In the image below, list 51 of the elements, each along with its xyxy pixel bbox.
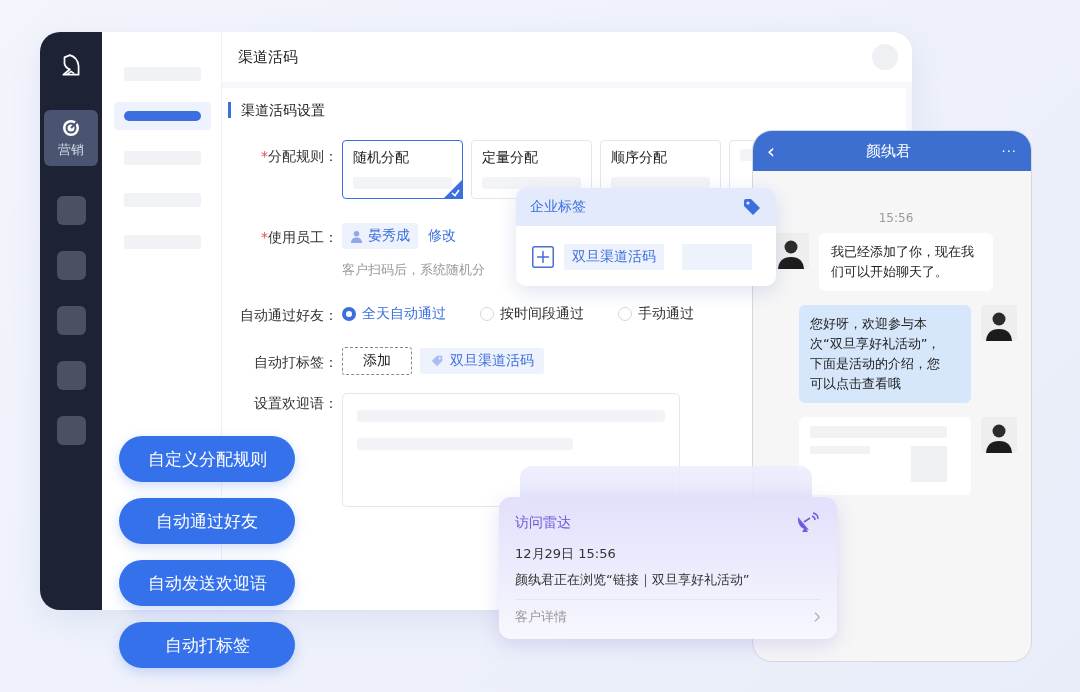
sidebar-placeholder[interactable] [56, 416, 86, 445]
tag-icon [742, 197, 762, 217]
sidebar-placeholder[interactable] [56, 251, 86, 280]
staff-chip[interactable]: 晏秀成 [342, 223, 418, 249]
page-title: 渠道活码 [238, 47, 298, 67]
field-label: *分配规则： [260, 147, 339, 166]
more-button[interactable]: ··· [1001, 143, 1017, 159]
feature-button[interactable]: 自动打标签 [119, 622, 295, 668]
card-title: 访问雷达 [515, 514, 571, 532]
chat-title: 颜纨君 [865, 141, 911, 161]
popup-title: 企业标签 [530, 198, 586, 216]
submenu-item[interactable] [114, 102, 211, 130]
radio-option[interactable]: 手动通过 [618, 305, 694, 323]
field-label: 自动通过好友： [239, 306, 339, 325]
rule-option[interactable]: 随机分配 [342, 140, 463, 199]
sidebar-placeholder[interactable] [56, 196, 86, 225]
message-bubble: 您好呀，欢迎参与本次“双旦享好礼活动”，下面是活动的介绍，您可以点击查看哦 [799, 305, 971, 403]
back-button[interactable]: ‹ [767, 139, 775, 163]
person-icon [350, 229, 363, 243]
sidebar-placeholder[interactable] [56, 306, 86, 335]
plus-icon [532, 246, 554, 268]
message-bubble: 我已经添加了你，现在我们可以开始聊天了。 [819, 233, 993, 291]
add-button[interactable]: 添加 [342, 347, 412, 375]
tag-chip[interactable]: 双旦渠道活码 [564, 244, 664, 270]
sidebar-item[interactable]: 营销 [44, 110, 98, 166]
visit-text: 颜纨君正在浏览“链接｜双旦享好礼活动” [515, 571, 751, 589]
tag-icon [430, 354, 444, 368]
field-label: 自动打标签： [253, 353, 339, 372]
field-label: *使用员工： [260, 228, 339, 247]
avatar-icon [981, 417, 1017, 453]
sidebar-placeholder[interactable] [56, 361, 86, 390]
radio-option[interactable]: 全天自动通过 [342, 305, 446, 323]
chevron-right-icon [814, 611, 821, 623]
link-card[interactable] [799, 417, 971, 495]
feature-button[interactable]: 自动通过好友 [119, 498, 295, 544]
check-corner-icon [443, 179, 463, 199]
feature-button[interactable]: 自动发送欢迎语 [119, 560, 295, 606]
radio-option[interactable]: 按时间段通过 [480, 305, 584, 323]
customer-details-link[interactable]: 客户详情 [515, 599, 821, 626]
field-label: 设置欢迎语： [253, 394, 339, 413]
satellite-dish-icon [795, 511, 821, 535]
section-title: 渠道活码设置 [228, 102, 906, 118]
edit-link[interactable]: 修改 [428, 227, 456, 245]
target-icon [61, 117, 81, 138]
visit-time: 12月29日 15:56 [515, 545, 617, 563]
chat-time: 15:56 [877, 211, 915, 225]
welcome-input-field[interactable] [342, 393, 680, 507]
avatar-icon [981, 305, 1017, 341]
hint-text: 客户扫码后，系统随机分 [342, 261, 485, 279]
feature-button[interactable]: 自定义分配规则 [119, 436, 295, 482]
tag-chip[interactable]: 双旦渠道活码 [420, 348, 544, 374]
